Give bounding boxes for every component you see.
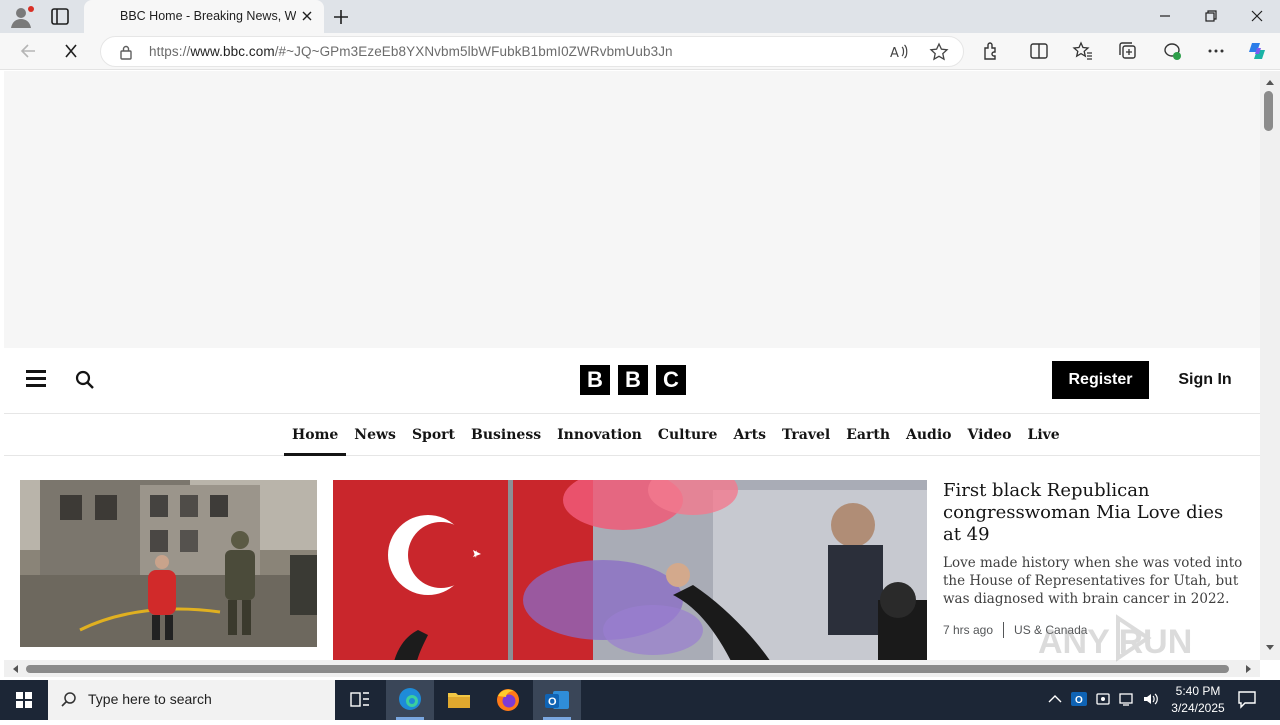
tab-actions-icon[interactable] [48, 6, 72, 28]
nav-item-arts[interactable]: Arts [725, 414, 774, 456]
task-view-icon[interactable] [336, 680, 384, 720]
story-image-street[interactable] [20, 480, 317, 647]
browser-toolbar: https://www.bbc.com/#~JQ~GPm3EzeEb8YXNvb… [0, 33, 1280, 70]
url-text[interactable]: https://www.bbc.com/#~JQ~GPm3EzeEb8YXNvb… [149, 44, 673, 59]
nav-item-culture[interactable]: Culture [650, 414, 726, 456]
nav-item-audio[interactable]: Audio [898, 414, 960, 456]
collections-icon[interactable] [1117, 40, 1139, 62]
restore-icon[interactable] [1198, 4, 1224, 28]
taskbar-clock[interactable]: 5:40 PM 3/24/2025 [1160, 683, 1236, 717]
edge-taskbar-icon[interactable] [386, 680, 434, 720]
windows-taskbar: Type here to search O O 5:40 PM 3/24/202… [0, 680, 1280, 720]
lock-icon[interactable] [119, 44, 133, 60]
url-host: www.bbc.com [190, 44, 275, 59]
anyrun-watermark: ANY RUN [1038, 608, 1238, 668]
tab-title: BBC Home - Breaking News, World News, US… [120, 9, 296, 23]
stop-loading-icon[interactable] [58, 39, 84, 63]
nav-item-home[interactable]: Home [284, 414, 347, 456]
taskbar-search-placeholder: Type here to search [88, 691, 212, 707]
nav-item-sport[interactable]: Sport [404, 414, 463, 456]
search-icon[interactable] [74, 369, 96, 391]
address-bar[interactable]: https://www.bbc.com/#~JQ~GPm3EzeEb8YXNvb… [100, 36, 964, 67]
lead-story-summary: Love made history when she was voted int… [943, 555, 1243, 607]
nav-item-travel[interactable]: Travel [774, 414, 838, 456]
search-icon [61, 692, 76, 707]
extensions-icon[interactable] [980, 40, 1002, 62]
outlook-icon[interactable]: O [533, 680, 581, 720]
sign-in-button[interactable]: Sign In [1168, 361, 1242, 399]
outlook-tray-icon[interactable]: O [1070, 690, 1088, 708]
new-tab-icon[interactable] [330, 6, 352, 28]
file-explorer-icon[interactable] [435, 680, 483, 720]
url-scheme: https:// [149, 44, 191, 59]
nav-item-live[interactable]: Live [1019, 414, 1067, 456]
bbc-logo[interactable]: B B C [580, 365, 686, 395]
clock-time: 5:40 PM [1175, 684, 1221, 698]
network-icon[interactable] [1118, 690, 1136, 708]
minimize-icon[interactable] [1152, 4, 1178, 28]
section-nav-list: Home News Sport Business Innovation Culture Ar… [284, 414, 1068, 456]
show-hidden-icons-chevron-icon[interactable] [1046, 690, 1064, 708]
taskbar-search-box[interactable]: Type here to search [48, 680, 335, 720]
copilot-icon[interactable] [1246, 40, 1268, 62]
ad-slot [4, 71, 1260, 348]
lead-story-time: 7 hrs ago [943, 623, 994, 637]
scroll-up-arrow-icon[interactable] [1264, 77, 1276, 87]
firefox-icon[interactable] [484, 680, 532, 720]
device-tray-icon[interactable] [1094, 690, 1112, 708]
close-tab-icon[interactable] [300, 9, 314, 23]
more-options-icon[interactable] [1205, 40, 1227, 62]
notifications-icon[interactable] [1236, 688, 1258, 710]
bbc-masthead: B B C Register Sign In [4, 348, 1260, 414]
close-window-icon[interactable] [1244, 4, 1270, 28]
svg-text:O: O [1075, 695, 1083, 706]
read-aloud-icon[interactable]: A [889, 42, 909, 62]
scroll-right-arrow-icon[interactable] [1244, 663, 1254, 675]
vertical-scrollbar[interactable] [1260, 71, 1280, 660]
menu-icon[interactable] [26, 370, 46, 388]
url-path: /#~JQ~GPm3EzeEb8YXNvbm5lbWFubkB1bmI0ZWRv… [274, 44, 673, 59]
split-screen-icon[interactable] [1028, 40, 1050, 62]
tab-bbc-home[interactable]: BBC Home - Breaking News, World News, US… [84, 0, 324, 33]
start-button[interactable] [0, 680, 48, 720]
vertical-scroll-thumb[interactable] [1264, 91, 1273, 131]
favorites-icon[interactable] [1072, 40, 1094, 62]
scroll-left-arrow-icon[interactable] [10, 663, 20, 675]
section-nav: Home News Sport Business Innovation Culture Ar… [4, 414, 1260, 456]
logo-letter-b2: B [618, 365, 648, 395]
lead-story-headline[interactable]: First black Republican congresswoman Mia… [943, 480, 1243, 546]
logo-letter-c: C [656, 365, 686, 395]
svg-text:O: O [548, 696, 557, 708]
volume-icon[interactable] [1142, 690, 1160, 708]
scroll-down-arrow-icon[interactable] [1264, 643, 1276, 653]
nav-item-news[interactable]: News [346, 414, 404, 456]
nav-item-innovation[interactable]: Innovation [549, 414, 650, 456]
logo-letter-b1: B [580, 365, 610, 395]
register-button[interactable]: Register [1052, 361, 1149, 399]
page-viewport: B B C Register Sign In Home News Sport Busi… [4, 71, 1260, 660]
nav-item-earth[interactable]: Earth [838, 414, 898, 456]
nav-item-business[interactable]: Business [463, 414, 549, 456]
profile-icon[interactable] [8, 4, 34, 30]
svg-text:A: A [890, 46, 899, 61]
story-image-protest[interactable] [333, 480, 927, 660]
meta-divider [1003, 622, 1005, 638]
browser-tab-bar: BBC Home - Breaking News, World News, US… [0, 0, 1280, 33]
watermark-text: ANY RUN [1038, 623, 1192, 661]
nav-item-video[interactable]: Video [960, 414, 1020, 456]
back-arrow-icon[interactable] [16, 39, 42, 63]
clock-date: 3/24/2025 [1171, 701, 1225, 715]
profile-alert-dot [28, 6, 34, 12]
browser-essentials-icon[interactable] [1161, 40, 1183, 62]
favorite-star-icon[interactable] [929, 42, 949, 62]
